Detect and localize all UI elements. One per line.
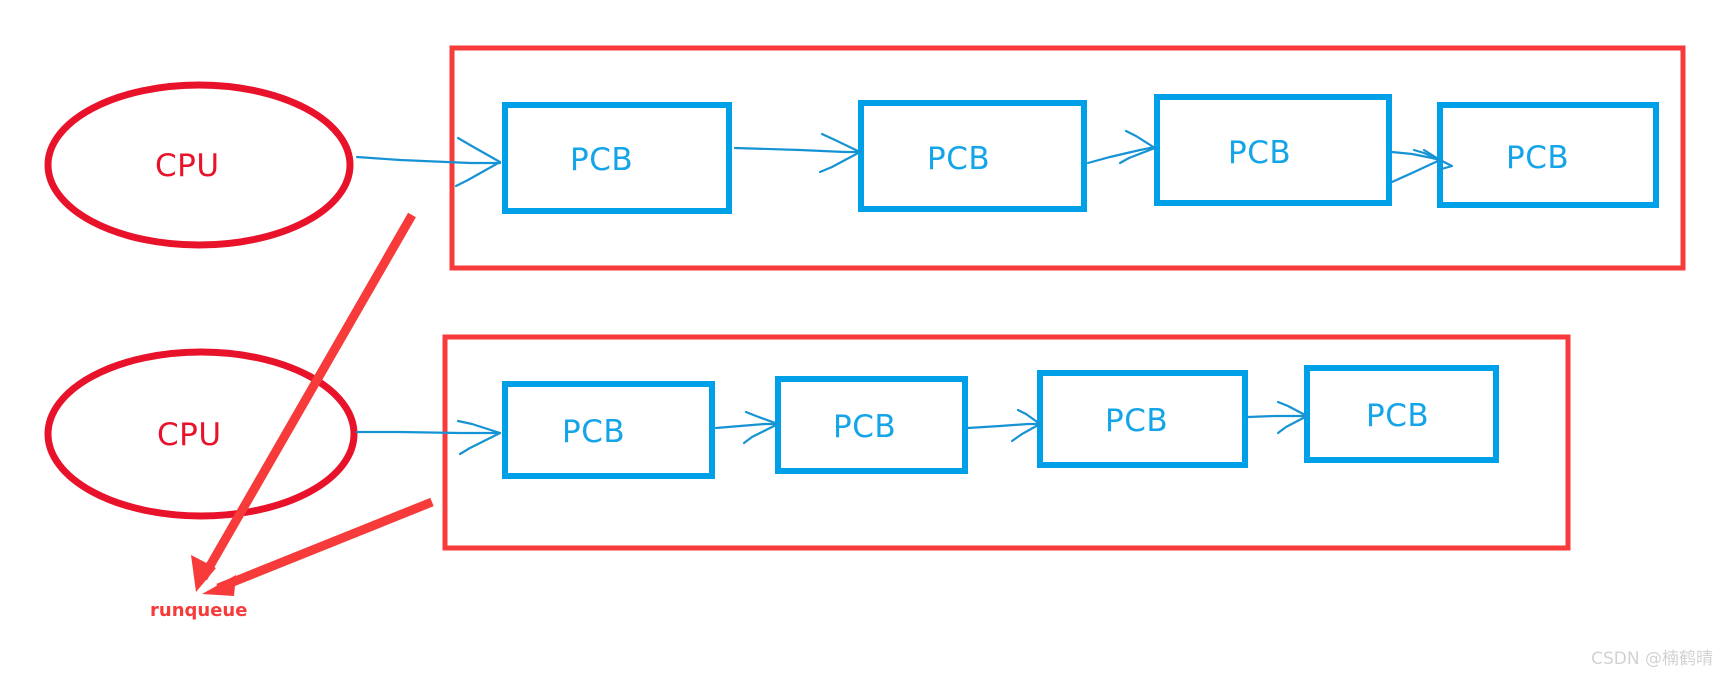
diagram-canvas: CPU CPU PCB PCB PCB PCB PCB PCB PCB PCB … [0,0,1725,677]
pcb-box-bottom-1 [502,381,715,479]
pcb-box-top-3 [1154,94,1392,206]
cpu-ellipse-bottom [44,348,358,520]
arrow-top-pcb2-to-pcb3 [1086,129,1157,165]
runqueue-pointer-long-arrow [191,212,416,592]
diagram-vector-layer [44,45,1686,596]
pcb-box-bottom-4 [1304,365,1499,463]
pcb-box-bottom-2 [775,376,968,474]
csdn-watermark: CSDN @楠鹤晴 [1591,649,1713,669]
pcb-box-top-1 [502,102,732,214]
pcb-box-top-4 [1437,102,1659,208]
pcb-box-bottom-3 [1037,370,1248,468]
arrow-bottom-pcb3-to-pcb4 [1246,400,1309,435]
cpu-ellipse-top [44,81,354,249]
pcb-box-top-2 [858,100,1087,212]
arrow-cpu-bottom-to-pcb1 [355,419,502,456]
arrow-bottom-pcb1-to-pcb2 [714,410,780,445]
arrow-cpu-top-to-pcb1 [355,136,502,188]
arrow-bottom-pcb2-to-pcb3 [966,408,1042,443]
arrow-top-pcb1-to-pcb2 [733,132,862,174]
top-runqueue-container [449,45,1686,271]
